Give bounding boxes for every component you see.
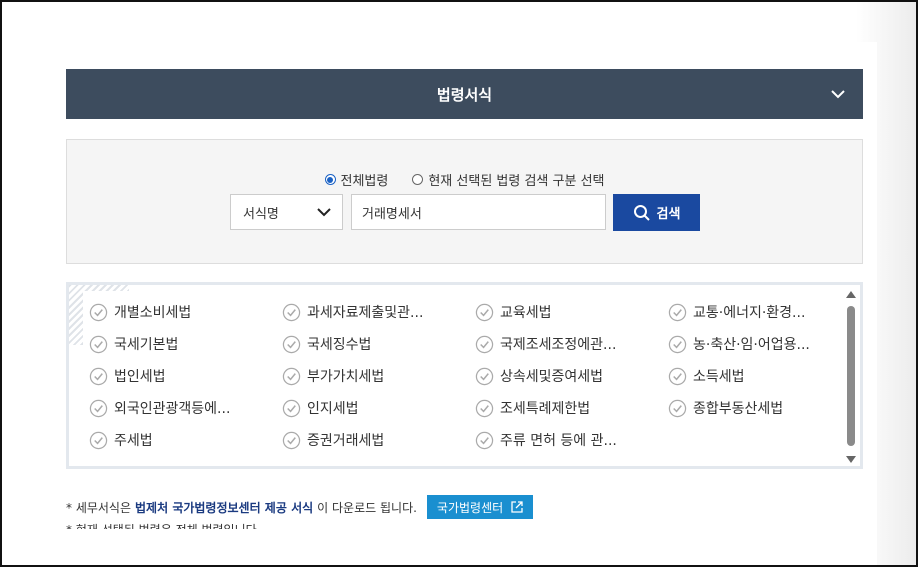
law-item-label: 과세자료제출및관... bbox=[307, 305, 424, 321]
notice-prefix: * 세무서식은 bbox=[66, 500, 132, 515]
corner-pattern-top bbox=[69, 285, 129, 291]
law-item-label: 인지세법 bbox=[307, 401, 359, 417]
download-notice: * 세무서식은 법제처 국가법령정보센터 제공 서식 이 다운로드 됩니다. 국가… bbox=[66, 495, 534, 519]
national-law-center-button[interactable]: 국가법령센터 bbox=[426, 495, 534, 519]
check-circle-icon bbox=[89, 431, 108, 449]
chevron-down-icon[interactable] bbox=[829, 85, 847, 103]
law-item[interactable]: 개별소비세법 bbox=[89, 301, 282, 323]
chevron-down-icon bbox=[317, 208, 331, 217]
scroll-thumb[interactable] bbox=[847, 306, 855, 446]
law-item[interactable]: 교통·에너지·환경... bbox=[668, 301, 849, 323]
check-circle-icon bbox=[282, 431, 301, 449]
corner-pattern bbox=[69, 285, 83, 345]
law-item-label: 국세징수법 bbox=[307, 337, 372, 353]
check-circle-icon bbox=[89, 303, 108, 321]
search-type-select[interactable]: 서식명 bbox=[230, 194, 343, 230]
law-item[interactable]: 소득세법 bbox=[668, 365, 849, 387]
law-item-label: 소득세법 bbox=[693, 369, 745, 385]
notice-suffix: 이 다운로드 됩니다. bbox=[317, 500, 417, 515]
law-item[interactable]: 주세법 bbox=[89, 429, 282, 451]
law-item-label: 농·축산·임·어업용... bbox=[693, 337, 810, 353]
check-circle-icon bbox=[475, 367, 494, 385]
law-item[interactable]: 부가가치세법 bbox=[282, 365, 475, 387]
header-title: 법령서식 bbox=[436, 85, 493, 104]
search-type-value: 서식명 bbox=[243, 206, 279, 222]
check-circle-icon bbox=[668, 399, 687, 417]
law-item[interactable]: 주류 면허 등에 관... bbox=[475, 429, 668, 451]
scroll-down-arrow[interactable] bbox=[846, 456, 856, 463]
list-scrollbar[interactable] bbox=[845, 289, 857, 463]
law-grid: 개별소비세법 과세자료제출및관... 교육세법 교통·에너지·환경... 국세기본법 국세… bbox=[89, 301, 849, 451]
check-circle-icon bbox=[475, 335, 494, 353]
law-item[interactable]: 법인세법 bbox=[89, 365, 282, 387]
law-item-label: 교통·에너지·환경... bbox=[693, 305, 806, 321]
law-item-label: 부가가치세법 bbox=[307, 369, 385, 385]
law-item[interactable]: 인지세법 bbox=[282, 397, 475, 419]
content-panel: 법령서식 전체법령 현재 선택된 법령 검색 구분 선택 서식명 거래명세서 검… bbox=[2, 42, 877, 565]
scroll-up-arrow[interactable] bbox=[846, 291, 856, 298]
law-item-label: 개별소비세법 bbox=[114, 305, 192, 321]
radio-selected-law[interactable]: 현재 선택된 법령 검색 구분 선택 bbox=[412, 170, 605, 189]
window-frame: 법령서식 전체법령 현재 선택된 법령 검색 구분 선택 서식명 거래명세서 검… bbox=[0, 0, 918, 567]
radio-all-laws[interactable]: 전체법령 bbox=[324, 170, 389, 189]
check-circle-icon bbox=[282, 399, 301, 417]
law-item-label: 교육세법 bbox=[500, 305, 552, 321]
national-law-center-label: 국가법령센터 bbox=[436, 500, 504, 515]
check-circle-icon bbox=[89, 399, 108, 417]
law-item-label: 주세법 bbox=[114, 433, 153, 449]
check-circle-icon bbox=[668, 367, 687, 385]
law-item[interactable]: 국세징수법 bbox=[282, 333, 475, 355]
law-item[interactable]: 조세특례제한법 bbox=[475, 397, 668, 419]
law-item[interactable]: 증권거래세법 bbox=[282, 429, 475, 451]
check-circle-icon bbox=[668, 335, 687, 353]
radio-all-laws-label: 전체법령 bbox=[340, 174, 389, 189]
law-item[interactable]: 농·축산·임·어업용... bbox=[668, 333, 849, 355]
law-item-label: 종합부동산세법 bbox=[693, 401, 784, 417]
law-item[interactable]: 국제조세조정에관... bbox=[475, 333, 668, 355]
law-item-label: 국제조세조정에관... bbox=[500, 337, 617, 353]
radio-all-laws-dot[interactable] bbox=[324, 174, 336, 185]
law-item[interactable]: 과세자료제출및관... bbox=[282, 301, 475, 323]
check-circle-icon bbox=[89, 367, 108, 385]
law-item-label: 국세기본법 bbox=[114, 337, 179, 353]
notice-highlight: 법제처 국가법령정보센터 제공 서식 bbox=[135, 500, 314, 515]
law-category-list: 개별소비세법 과세자료제출및관... 교육세법 교통·에너지·환경... 국세기본법 국세… bbox=[66, 282, 863, 469]
law-item-label: 법인세법 bbox=[114, 369, 166, 385]
law-item[interactable]: 국세기본법 bbox=[89, 333, 282, 355]
search-scope-radios: 전체법령 현재 선택된 법령 검색 구분 선택 bbox=[67, 170, 862, 189]
selected-law-notice: * 현재 선택된 법령은 전체 법령입니다. bbox=[66, 521, 261, 529]
radio-selected-law-dot[interactable] bbox=[412, 174, 424, 185]
external-link-icon bbox=[511, 501, 523, 513]
check-circle-icon bbox=[475, 399, 494, 417]
check-circle-icon bbox=[668, 303, 687, 321]
law-item-label: 상속세및증여세법 bbox=[500, 369, 604, 385]
law-forms-header[interactable]: 법령서식 bbox=[66, 69, 863, 119]
law-item[interactable]: 상속세및증여세법 bbox=[475, 365, 668, 387]
law-item-label: 주류 면허 등에 관... bbox=[500, 433, 617, 449]
law-item-label: 증권거래세법 bbox=[307, 433, 385, 449]
law-item-label: 외국인관광객등에... bbox=[114, 401, 231, 417]
search-button[interactable]: 검색 bbox=[613, 194, 700, 231]
law-item-label: 조세특례제한법 bbox=[500, 401, 591, 417]
search-button-label: 검색 bbox=[656, 207, 681, 222]
check-circle-icon bbox=[475, 431, 494, 449]
check-circle-icon bbox=[282, 303, 301, 321]
search-panel: 전체법령 현재 선택된 법령 검색 구분 선택 서식명 검 bbox=[66, 139, 863, 264]
check-circle-icon bbox=[475, 303, 494, 321]
law-item[interactable]: 교육세법 bbox=[475, 301, 668, 323]
check-circle-icon bbox=[282, 367, 301, 385]
radio-selected-law-label: 현재 선택된 법령 검색 구분 선택 bbox=[428, 174, 605, 189]
check-circle-icon bbox=[282, 335, 301, 353]
search-input[interactable] bbox=[351, 194, 606, 230]
law-item[interactable]: 외국인관광객등에... bbox=[89, 397, 282, 419]
law-item[interactable]: 종합부동산세법 bbox=[668, 397, 849, 419]
search-icon bbox=[633, 204, 650, 221]
check-circle-icon bbox=[89, 335, 108, 353]
